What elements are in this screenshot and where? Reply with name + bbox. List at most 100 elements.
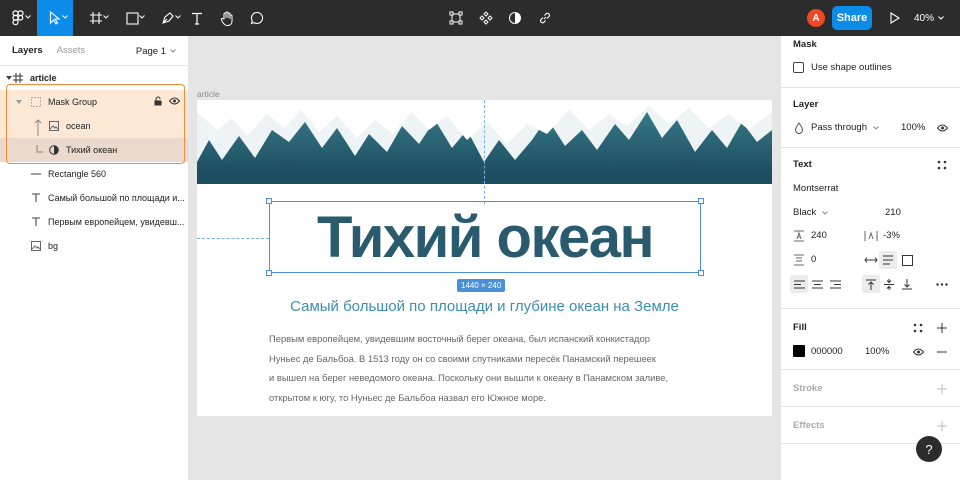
layer-rectangle[interactable]: Rectangle 560 <box>0 162 188 186</box>
unlock-icon[interactable] <box>154 96 163 108</box>
resize-handle-tr[interactable] <box>698 198 704 204</box>
remove-fill-icon[interactable] <box>935 345 949 359</box>
align-middle-button[interactable] <box>880 275 898 293</box>
resize-handle-tl[interactable] <box>266 198 272 204</box>
use-as-mask-button[interactable] <box>506 0 524 36</box>
pen-tool-button[interactable] <box>150 0 186 36</box>
layer-label: Mask Group <box>48 97 98 107</box>
layer-mask-text[interactable]: Тихий океан <box>0 138 188 162</box>
copy-link-button[interactable] <box>536 0 554 36</box>
layer-actions <box>154 90 181 114</box>
add-fill-icon[interactable] <box>935 321 949 335</box>
tab-layers[interactable]: Layers <box>12 45 43 56</box>
rectangle-icon <box>125 11 139 25</box>
figma-logo-icon <box>12 10 24 26</box>
caret-down-icon <box>13 96 25 108</box>
paragraph-line: Нуньес де Бальбоа. В 1513 году он со сво… <box>269 352 656 364</box>
subtitle-text[interactable]: Самый большой по площади и глубине океан… <box>197 298 772 315</box>
chevron-down-icon <box>938 16 944 20</box>
user-avatar[interactable]: A <box>807 9 825 27</box>
paragraph-spacing-input[interactable]: 0 <box>811 254 816 265</box>
comment-tool-button[interactable] <box>246 0 268 36</box>
layers-panel: Layers Assets Page 1 article Mask Group <box>0 36 189 480</box>
design-canvas[interactable]: article Тихий океан 1440 × 240 Самый бол… <box>189 36 780 480</box>
frame-tool-button[interactable] <box>78 0 114 36</box>
add-effect-icon[interactable] <box>935 419 949 433</box>
auto-width-icon[interactable] <box>864 253 878 267</box>
chevron-down-icon <box>170 49 176 53</box>
resize-handle-br[interactable] <box>698 270 704 276</box>
font-size-input[interactable]: 210 <box>885 207 901 218</box>
selection-box[interactable] <box>269 201 701 273</box>
font-family-select[interactable]: Montserrat <box>793 183 838 194</box>
use-shape-outlines-checkbox[interactable] <box>793 62 804 73</box>
text-tool-button[interactable] <box>186 0 208 36</box>
align-right-button[interactable] <box>826 275 844 293</box>
chevron-down-icon <box>139 15 145 19</box>
fill-opacity-input[interactable]: 100% <box>865 346 889 357</box>
hand-tool-button[interactable] <box>216 0 238 36</box>
fill-styles-icon[interactable] <box>911 321 925 335</box>
layer-mask-group[interactable]: Mask Group <box>0 90 188 114</box>
select-matching-button[interactable] <box>447 0 465 36</box>
layer-label: Тихий океан <box>66 145 118 155</box>
letter-spacing-icon <box>864 229 878 243</box>
present-button[interactable] <box>886 0 904 36</box>
auto-height-button[interactable] <box>879 251 897 269</box>
frame-name-label[interactable]: article <box>197 89 220 99</box>
mask-icon <box>48 144 60 156</box>
help-button[interactable]: ? <box>916 436 942 462</box>
layer-paragraph-text[interactable]: Первым европейцем, увидевш... <box>0 210 188 234</box>
zoom-dropdown[interactable]: 40% <box>914 0 944 36</box>
fill-hex-input[interactable]: 000000 <box>811 346 843 357</box>
layer-label: ocean <box>66 121 91 131</box>
link-icon <box>538 11 552 25</box>
layer-subtitle-text[interactable]: Самый большой по площади и... <box>0 186 188 210</box>
tab-assets[interactable]: Assets <box>57 45 86 56</box>
properties-panel: Mask Use shape outlines Layer Pass throu… <box>780 36 960 480</box>
paragraph-text[interactable]: Первым европейцем, увидевшим восточный б… <box>269 329 729 407</box>
paragraph-line: и вышел на берег неведомого океана. Поск… <box>269 372 669 383</box>
text-icon <box>30 216 42 228</box>
resize-handle-bl[interactable] <box>266 270 272 276</box>
paragraph-line: открытом к югу, то Нуньес де Бальбоа наз… <box>269 391 547 403</box>
align-bottom-icon <box>902 278 912 289</box>
layer-label: Первым европейцем, увидевш... <box>48 217 185 227</box>
paragraph-spacing-icon <box>792 253 806 267</box>
shape-tool-button[interactable] <box>114 0 150 36</box>
align-left-button[interactable] <box>790 275 808 293</box>
more-options-icon[interactable] <box>935 277 949 291</box>
layer-bg[interactable]: bg <box>0 234 188 258</box>
checkbox-label: Use shape outlines <box>811 62 892 73</box>
align-center-button[interactable] <box>808 275 826 293</box>
eye-icon[interactable] <box>911 345 925 359</box>
eye-icon[interactable] <box>935 121 949 135</box>
size-badge: 1440 × 240 <box>457 279 506 292</box>
align-top-button[interactable] <box>862 275 880 293</box>
layer-opacity-input[interactable]: 100% <box>901 122 925 133</box>
mask-arrow-icon <box>32 118 44 136</box>
layer-ocean[interactable]: ocean <box>0 114 188 138</box>
share-button[interactable]: Share <box>832 6 872 30</box>
chevron-down-icon <box>872 126 879 130</box>
eye-icon[interactable] <box>168 97 181 107</box>
section-title: Fill <box>793 322 807 333</box>
add-stroke-icon[interactable] <box>935 382 949 396</box>
layer-label: Самый большой по площади и... <box>48 193 185 203</box>
section-title: Layer <box>793 99 819 110</box>
pen-icon <box>161 11 175 25</box>
text-styles-icon[interactable] <box>935 158 949 172</box>
article-frame[interactable]: Тихий океан 1440 × 240 Самый большой по … <box>197 100 772 416</box>
line-height-input[interactable]: 240 <box>811 230 827 241</box>
fill-color-swatch[interactable] <box>793 345 805 357</box>
letter-spacing-input[interactable]: -3% <box>883 230 900 241</box>
font-weight-select[interactable]: Black <box>793 207 828 218</box>
create-component-button[interactable] <box>477 0 495 36</box>
move-tool-button[interactable] <box>37 0 73 36</box>
page-selector[interactable]: Page 1 <box>136 36 176 66</box>
fixed-size-icon[interactable] <box>900 253 914 267</box>
layer-article[interactable]: article <box>0 66 188 90</box>
main-menu-button[interactable] <box>0 0 36 36</box>
blend-mode-dropdown[interactable]: Pass through <box>811 122 879 133</box>
align-bottom-button[interactable] <box>898 275 916 293</box>
